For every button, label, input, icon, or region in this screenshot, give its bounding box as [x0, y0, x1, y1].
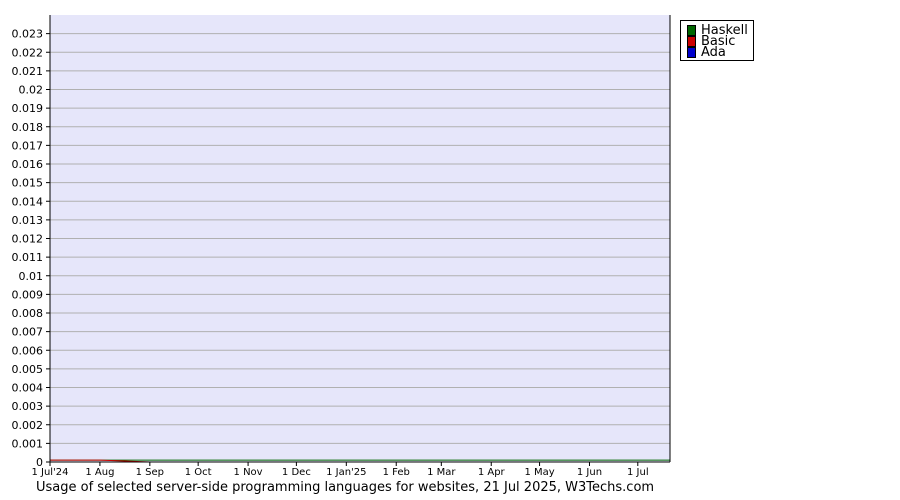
x-tick-label: 1 Nov: [234, 467, 263, 478]
x-tick-label: 1 Jul: [627, 467, 649, 478]
y-tick-label: 0.02: [19, 84, 44, 97]
legend: Haskell Basic Ada: [680, 20, 754, 61]
y-tick-label: 0.003: [12, 400, 44, 413]
y-tick-label: 0.015: [12, 177, 44, 190]
y-tick-label: 0.012: [12, 233, 44, 246]
y-tick-label: 0.013: [12, 214, 44, 227]
line-chart: 00.0010.0020.0030.0040.0050.0060.0070.00…: [12, 15, 671, 478]
x-tick-label: 1 Sep: [136, 467, 164, 478]
x-tick-label: 1 Jan'25: [326, 467, 366, 478]
y-tick-label: 0.006: [12, 344, 44, 357]
x-tick-label: 1 Mar: [427, 467, 456, 478]
y-tick-label: 0.009: [12, 288, 44, 301]
y-tick-label: 0.007: [12, 326, 44, 339]
x-tick-label: 1 Jun: [577, 467, 602, 478]
legend-swatch-basic: [687, 36, 696, 47]
y-tick-label: 0.004: [12, 382, 44, 395]
y-tick-label: 0.017: [12, 139, 44, 152]
y-tick-label: 0.022: [12, 46, 44, 59]
x-axis-ticks: 1 Jul'24 1 Aug 1 Sep 1 Oct 1 Nov 1 Dec 1 Jan'2…: [31, 462, 649, 478]
y-tick-label: 0.01: [19, 270, 44, 283]
legend-item-ada: Ada: [687, 45, 726, 60]
y-tick-label: 0.011: [12, 251, 44, 264]
x-tick-label: 1 May: [524, 467, 554, 478]
x-tick-label: 1 Feb: [383, 467, 410, 478]
y-axis-ticks: 00.0010.0020.0030.0040.0050.0060.0070.00…: [12, 28, 50, 469]
y-tick-label: 0.001: [12, 437, 44, 450]
y-tick-label: 0.014: [12, 195, 44, 208]
x-tick-label: 1 Jul'24: [31, 467, 68, 478]
legend-label-ada: Ada: [701, 45, 726, 60]
x-tick-label: 1 Aug: [85, 467, 114, 478]
y-tick-label: 0.005: [12, 363, 44, 376]
legend-swatch-haskell: [687, 25, 696, 36]
x-tick-label: 1 Dec: [282, 467, 311, 478]
y-tick-label: 0.019: [12, 102, 44, 115]
y-tick-label: 0.023: [12, 28, 44, 41]
chart-caption: Usage of selected server-side programmin…: [36, 480, 655, 495]
legend-swatch-ada: [687, 47, 696, 58]
y-tick-label: 0.008: [12, 307, 44, 320]
x-tick-label: 1 Apr: [478, 467, 506, 478]
y-tick-label: 0.016: [12, 158, 44, 171]
y-tick-label: 0.018: [12, 121, 44, 134]
x-tick-label: 1 Oct: [185, 467, 212, 478]
y-tick-label: 0.002: [12, 419, 44, 432]
y-tick-label: 0.021: [12, 65, 44, 78]
